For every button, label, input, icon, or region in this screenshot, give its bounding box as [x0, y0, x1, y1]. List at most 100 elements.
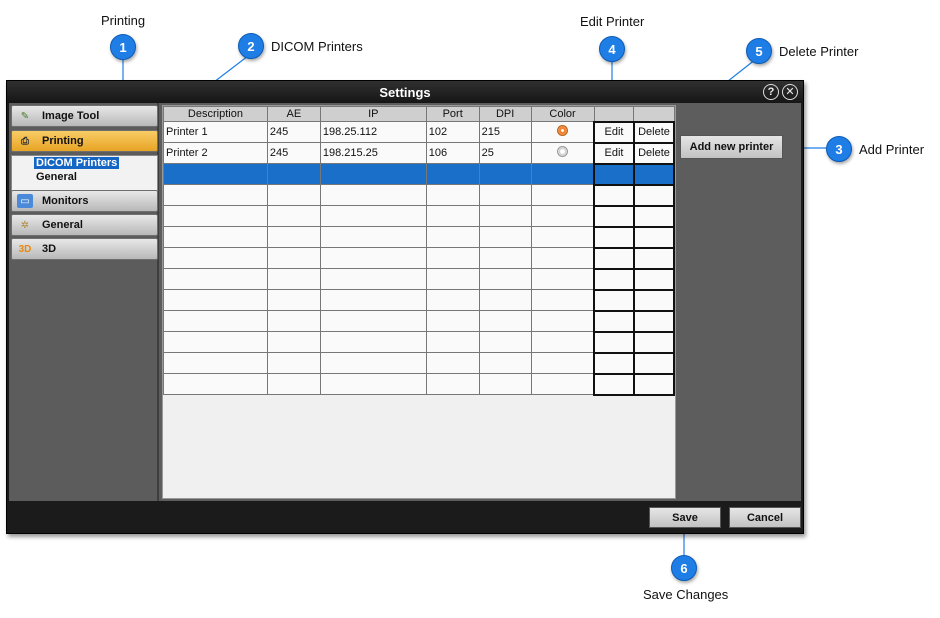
empty-button-cell [632, 204, 676, 228]
sub-item-dicom-printers[interactable]: DICOM Printers [34, 157, 120, 169]
table-row-empty[interactable] [163, 351, 676, 375]
empty-cell [266, 247, 321, 269]
printer-port: 106 [425, 142, 480, 164]
empty-cell [319, 268, 427, 290]
cancel-button[interactable]: Cancel [729, 507, 801, 528]
callout-2-label: DICOM Printers [271, 39, 363, 54]
column-header-port[interactable]: Port [425, 106, 480, 122]
empty-cell [163, 163, 268, 185]
table-row-empty[interactable] [163, 204, 676, 228]
empty-cell [530, 226, 595, 248]
sidebar-item-general[interactable]: ✲ General [11, 214, 158, 236]
empty-cell [163, 205, 268, 227]
edit-button[interactable]: Edit [593, 120, 635, 144]
empty-cell [478, 247, 532, 269]
delete-button[interactable]: Delete [632, 120, 676, 144]
empty-button-cell [632, 267, 676, 291]
callout-4-badge: 4 [599, 36, 625, 62]
empty-cell [266, 268, 321, 290]
empty-button-cell [593, 204, 635, 228]
edit-button[interactable]: Edit [593, 141, 635, 165]
empty-cell [530, 289, 595, 311]
empty-cell [425, 331, 480, 353]
table-row-empty[interactable] [163, 288, 676, 312]
column-header-ae[interactable]: AE [266, 106, 321, 122]
table-row-empty[interactable] [163, 372, 676, 396]
sidebar-item-label: General [42, 219, 83, 231]
callout-6-badge: 6 [671, 555, 697, 581]
column-header-ip[interactable]: IP [319, 106, 427, 122]
empty-cell [425, 205, 480, 227]
table-row-empty[interactable] [163, 309, 676, 333]
table-row-empty[interactable] [163, 225, 676, 249]
add-new-printer-button[interactable]: Add new printer [680, 135, 783, 159]
empty-cell [478, 373, 532, 395]
table-row[interactable]: Printer 2 245 198.215.25 106 25 Edit Del… [163, 141, 676, 165]
callout-6-label: Save Changes [643, 587, 729, 602]
empty-cell [425, 310, 480, 332]
printer-description: Printer 1 [163, 121, 268, 143]
empty-button-cell [593, 246, 635, 270]
empty-cell [266, 205, 321, 227]
3d-icon: 3D [18, 243, 32, 255]
table-row-empty[interactable] [163, 267, 676, 291]
empty-cell [266, 184, 321, 206]
printing-subpanel: DICOM Printers General [11, 155, 158, 195]
empty-button-cell [632, 330, 676, 354]
sub-item-general[interactable]: General [34, 171, 79, 183]
sidebar-item-3d[interactable]: 3D 3D [11, 238, 158, 260]
empty-cell [266, 226, 321, 248]
empty-cell [266, 163, 321, 185]
empty-cell [478, 352, 532, 374]
printer-ae: 245 [266, 121, 321, 143]
table-row-empty[interactable] [163, 246, 676, 270]
table-header-row: Description AE IP Port DPI Color [163, 106, 675, 122]
table-row[interactable]: Printer 1 245 198.25.112 102 215 Edit De… [163, 120, 676, 144]
empty-button-cell [632, 309, 676, 333]
empty-button-cell [632, 225, 676, 249]
sidebar-item-image-tool[interactable]: ✎ Image Tool [11, 105, 158, 127]
delete-button[interactable]: Delete [632, 141, 676, 165]
callout-5-badge: 5 [746, 38, 772, 64]
settings-sidebar: ✎ Image Tool ⎙ Printing DICOM Printers G… [9, 103, 159, 501]
settings-body: ✎ Image Tool ⎙ Printing DICOM Printers G… [9, 103, 801, 501]
empty-button-cell [632, 372, 676, 396]
empty-cell [163, 268, 268, 290]
table-row-selected-empty[interactable] [163, 162, 676, 186]
empty-cell [163, 184, 268, 206]
sidebar-item-label: Image Tool [42, 110, 100, 122]
color-radio-off[interactable] [556, 146, 568, 157]
column-header-color[interactable]: Color [530, 106, 595, 122]
empty-cell [266, 352, 321, 374]
printer-dpi: 25 [478, 142, 532, 164]
general-icon: ✲ [20, 219, 30, 231]
color-radio-on[interactable] [556, 125, 568, 136]
table-row-empty[interactable] [163, 183, 676, 207]
printer-ae: 245 [266, 142, 321, 164]
empty-cell [478, 268, 532, 290]
empty-cell [478, 331, 532, 353]
empty-cell [425, 184, 480, 206]
empty-cell [266, 331, 321, 353]
empty-cell [319, 352, 427, 374]
empty-cell [163, 352, 268, 374]
sidebar-item-monitors[interactable]: ▭ Monitors [11, 190, 158, 212]
column-header-description[interactable]: Description [163, 106, 268, 122]
column-header-dpi[interactable]: DPI [478, 106, 532, 122]
empty-cell [478, 205, 532, 227]
callout-1-label: Printing [101, 13, 146, 28]
printer-dpi: 215 [478, 121, 532, 143]
printer-ip: 198.25.112 [319, 121, 427, 143]
sidebar-item-printing[interactable]: ⎙ Printing [11, 130, 158, 152]
table-row-empty[interactable] [163, 330, 676, 354]
close-icon[interactable]: ✕ [782, 84, 798, 100]
monitor-icon: ▭ [17, 194, 33, 208]
empty-cell [319, 331, 427, 353]
help-icon[interactable]: ? [763, 84, 779, 100]
empty-button-cell [632, 183, 676, 207]
printer-color-cell [530, 142, 595, 164]
empty-cell [530, 205, 595, 227]
save-button[interactable]: Save [649, 507, 721, 528]
empty-cell [163, 226, 268, 248]
window-titlebar: Settings ? ✕ [7, 81, 803, 103]
